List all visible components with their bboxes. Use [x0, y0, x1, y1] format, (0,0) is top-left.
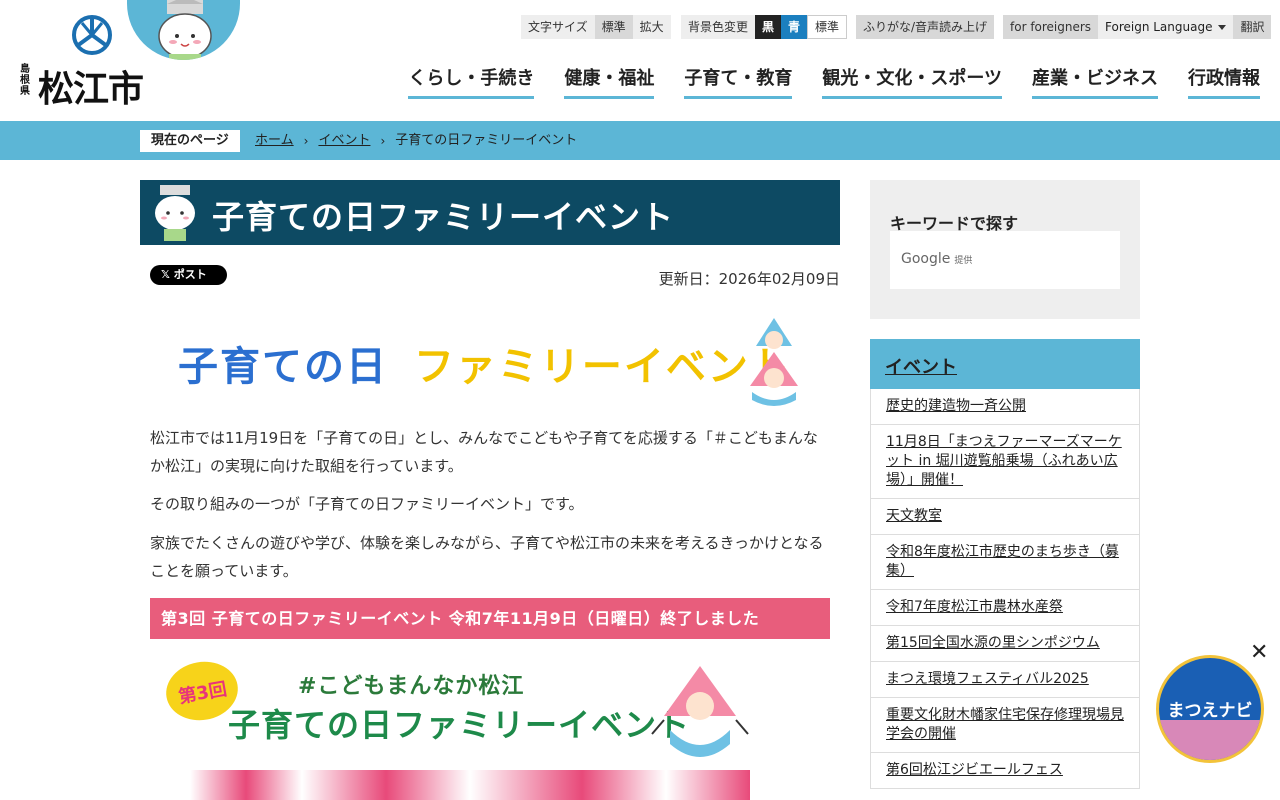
poster-title: 子育ての日ファミリーイベント — [228, 706, 691, 744]
logo-prefecture: 島根県 — [20, 64, 30, 97]
mascot-icon — [155, 185, 195, 241]
list-item: 令和7年度松江市農林水産祭 — [870, 590, 1140, 626]
logo-city-name: 松江市 — [38, 69, 144, 110]
bg-color-label: 背景色変更 — [681, 15, 756, 39]
matsue-navi-button[interactable]: まつえナビ — [1156, 655, 1264, 763]
main-content: 子育ての日ファミリーイベント 𝕏 ポスト 更新日：2026年02月09日 子育て… — [140, 180, 840, 800]
poster-hashtag: #こどもまんなか松江 — [298, 674, 525, 699]
breadcrumb-events[interactable]: イベント — [318, 130, 370, 152]
translate-button[interactable]: 翻訳 — [1233, 15, 1272, 39]
keyword-search-panel: キーワードで探す Google 提供 — [870, 180, 1140, 319]
furigana-button[interactable]: ふりがな/音声読み上げ — [856, 15, 995, 39]
google-sub: 提供 — [954, 256, 973, 266]
list-item: 重要文化財木幡家住宅保存修理現場見学会の開催 — [870, 698, 1140, 753]
intro-paragraph-1: 松江市では11月19日を「子育ての日」とし、みんなでこどもや子育てを応援する「＃… — [150, 429, 818, 475]
breadcrumb-label: 現在のページ — [140, 130, 240, 152]
nav-item-living[interactable]: くらし・手続き — [408, 64, 535, 99]
chevron-right-icon: › — [380, 134, 386, 148]
list-item: 11月8日「まつえファーマーズマーケット in 堀川遊覧船乗場（ふれあい広場）」… — [870, 425, 1140, 499]
event-link[interactable]: 重要文化財木幡家住宅保存修理現場見学会の開催 — [886, 707, 1124, 742]
font-large-button[interactable]: 拡大 — [632, 15, 671, 39]
event-link[interactable]: 第15回全国水源の里シンポジウム — [886, 635, 1100, 651]
search-input[interactable]: Google 提供 — [890, 231, 1120, 289]
event-banner-image: 子育ての日 ファミリーイベント — [170, 310, 810, 410]
event-link[interactable]: 歴史的建造物一斉公開 — [886, 398, 1026, 414]
bg-black-button[interactable]: 黒 — [755, 15, 782, 39]
x-post-button[interactable]: 𝕏 ポスト — [150, 265, 227, 285]
list-item: 天文教室 — [870, 499, 1140, 535]
google-logo: Google 提供 — [901, 251, 972, 267]
event-poster-image: 第3回 #こどもまんなか松江 子育ての日ファミリーイベント — [150, 650, 770, 800]
events-heading: イベント — [870, 339, 1140, 389]
event-link[interactable]: 11月8日「まつえファーマーズマーケット in 堀川遊覧船乗場（ふれあい広場）」… — [886, 434, 1122, 488]
breadcrumb-home[interactable]: ホーム — [255, 130, 294, 152]
list-item: 歴史的建造物一斉公開 — [870, 389, 1140, 425]
event-link[interactable]: 令和8年度松江市歴史のまち歩き（募集） — [886, 544, 1119, 579]
nav-item-tourism[interactable]: 観光・文化・スポーツ — [822, 64, 1002, 99]
breadcrumb-current: 子育ての日ファミリーイベント — [395, 133, 578, 148]
banner-title-b: ファミリーイベント — [413, 344, 792, 390]
event-link[interactable]: まつえ環境フェスティバル2025 — [886, 671, 1089, 687]
mascot-icon — [158, 0, 212, 60]
event-link[interactable]: 令和7年度松江市農林水産祭 — [886, 599, 1063, 615]
nav-item-administration[interactable]: 行政情報 — [1188, 64, 1260, 99]
mascot-icon — [750, 318, 798, 406]
site-logo[interactable]: 島根県 松江市 — [18, 14, 148, 110]
foreigners-control: for foreigners — [1003, 15, 1099, 39]
intro-paragraph-3: 家族でたくさんの遊びや学び、体験を楽しみながら、子育てや松江市の未来を考えるきっ… — [150, 534, 824, 580]
google-text: Google — [901, 251, 951, 267]
event-link[interactable]: 第6回松江ジビエールフェス — [886, 762, 1063, 778]
font-size-control: 文字サイズ 標準 拡大 — [521, 15, 671, 39]
bg-standard-button[interactable]: 標準 — [807, 15, 848, 39]
font-standard-button[interactable]: 標準 — [594, 15, 633, 39]
list-item: 第6回松江ジビエールフェス — [870, 753, 1140, 789]
font-size-label: 文字サイズ — [521, 15, 595, 39]
section-heading: 第3回 子育ての日ファミリーイベント 令和7年11月9日（日曜日）終了しました — [150, 598, 830, 639]
page-title-bar: 子育ての日ファミリーイベント — [140, 180, 840, 245]
nav-item-health[interactable]: 健康・福祉 — [564, 64, 655, 99]
chevron-down-icon — [1218, 24, 1227, 30]
updated-date: 更新日：2026年02月09日 — [658, 270, 840, 288]
poster-decoration — [190, 770, 750, 800]
for-foreigners-button[interactable]: for foreigners — [1003, 15, 1099, 39]
list-item: 令和8年度松江市歴史のまち歩き（募集） — [870, 535, 1140, 590]
nav-item-childcare[interactable]: 子育て・教育 — [684, 64, 793, 99]
event-link[interactable]: 天文教室 — [886, 508, 942, 524]
poster-badge-text: 第3回 — [176, 678, 229, 708]
language-control: Foreign Language 翻訳 — [1098, 15, 1272, 39]
global-nav: くらし・手続き 健康・福祉 子育て・教育 観光・文化・スポーツ 産業・ビジネス … — [408, 64, 1260, 99]
matsue-navi-widget: ✕ まつえナビ — [1146, 640, 1276, 767]
close-icon[interactable]: ✕ — [1250, 640, 1268, 665]
list-item: まつえ環境フェスティバル2025 — [870, 662, 1140, 698]
chevron-right-icon: › — [303, 134, 309, 148]
events-sidebar: イベント 歴史的建造物一斉公開 11月8日「まつえファーマーズマーケット in … — [870, 339, 1140, 789]
bg-blue-button[interactable]: 青 — [781, 15, 808, 39]
breadcrumb-trail: ホーム › イベント › 子育ての日ファミリーイベント — [255, 130, 577, 152]
furigana-control: ふりがな/音声読み上げ — [856, 15, 995, 39]
mascot-icon — [651, 666, 749, 757]
city-emblem-icon — [72, 15, 112, 55]
banner-title: 子育ての日 ファミリーイベント — [178, 334, 792, 392]
events-title-link[interactable]: イベント — [885, 357, 957, 378]
navi-badge-decoration — [1159, 720, 1261, 760]
background-color-control: 背景色変更 黒 青 標準 — [681, 15, 848, 39]
site-header: 島根県 松江市 文字サイズ 標準 拡大 背景色変更 黒 青 標準 ふりがな/音声… — [0, 0, 1280, 121]
matsue-navi-label: まつえナビ — [1167, 701, 1253, 721]
intro-paragraph-2: その取り組みの一つが「子育ての日ファミリーイベント」です。 — [150, 495, 584, 513]
breadcrumb: 現在のページ ホーム › イベント › 子育ての日ファミリーイベント — [0, 121, 1280, 160]
foreign-language-select[interactable]: Foreign Language — [1098, 15, 1234, 39]
list-item: 第15回全国水源の里シンポジウム — [870, 626, 1140, 662]
page-title: 子育ての日ファミリーイベント — [212, 198, 675, 236]
nav-item-business[interactable]: 産業・ビジネス — [1032, 64, 1158, 99]
foreign-language-value: Foreign Language — [1105, 20, 1213, 34]
banner-title-a: 子育ての日 — [178, 344, 388, 390]
